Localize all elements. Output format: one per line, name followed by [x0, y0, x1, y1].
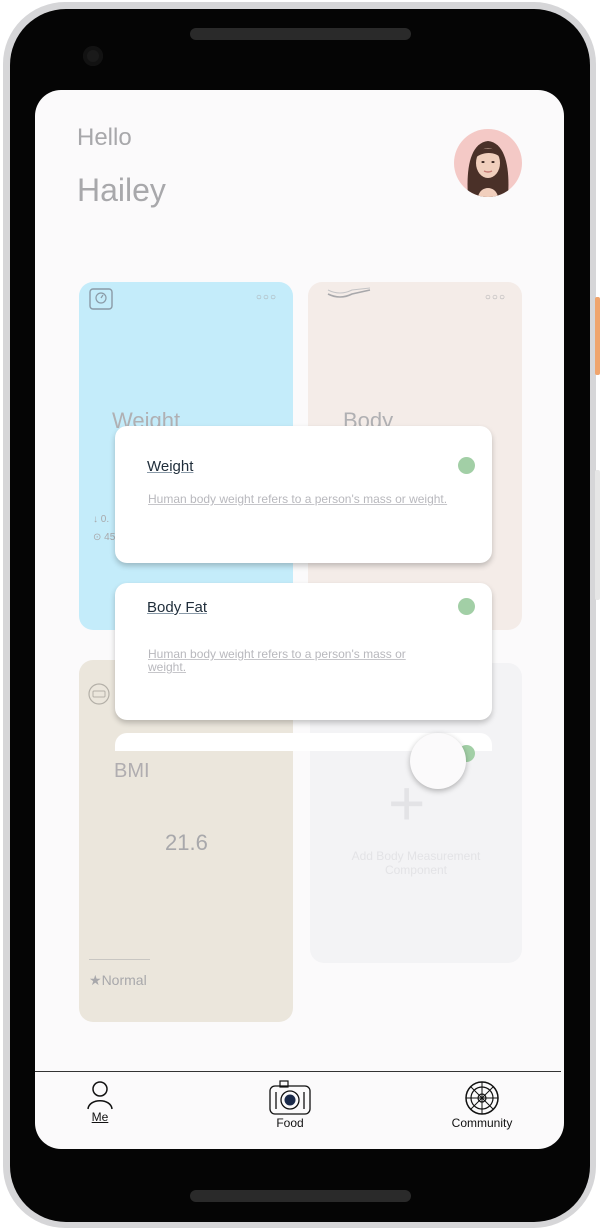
add-measurement-label: Add Body Measurement Component: [351, 849, 481, 877]
tape-icon: [327, 287, 371, 298]
measurement-description: Human body weight refers to a person's m…: [148, 647, 406, 674]
bmi-card-title: BMI: [114, 760, 150, 782]
avatar[interactable]: [454, 129, 522, 197]
app-screen: Hello Hailey ○○○ Weight ↓ 0. ⊙ 45 ○○○ Bo…: [35, 90, 564, 1149]
floating-action-button[interactable]: [410, 733, 466, 789]
nav-me[interactable]: Me: [83, 1080, 117, 1124]
more-icon[interactable]: ○○○: [256, 292, 277, 303]
wheel-icon: [465, 1081, 499, 1115]
nav-divider: [35, 1071, 561, 1072]
scale-icon: [89, 288, 113, 310]
nav-me-label: Me: [91, 1110, 109, 1124]
measurement-item-body-fat[interactable]: Body Fat Human body weight refers to a p…: [115, 583, 492, 720]
toggle-indicator[interactable]: [458, 598, 475, 615]
greeting-text: Hello: [77, 124, 132, 151]
weight-target: ⊙ 45: [93, 532, 116, 543]
top-speaker: [190, 28, 411, 40]
volume-button[interactable]: [595, 470, 600, 600]
measurement-title: Body Fat: [147, 599, 208, 616]
bmi-status-label: Normal: [101, 972, 147, 988]
bmi-value: 21.6: [165, 830, 208, 855]
measurement-item-weight[interactable]: Weight Human body weight refers to a per…: [115, 426, 492, 563]
nav-food-label: Food: [276, 1116, 304, 1130]
nav-food[interactable]: Food: [268, 1080, 312, 1130]
measurement-description: Human body weight refers to a person's m…: [148, 492, 448, 506]
bmi-badge-icon: [88, 683, 110, 705]
nav-community-label: Community: [451, 1116, 513, 1130]
weight-change: ↓ 0.: [93, 514, 110, 525]
bmi-status: ★Normal: [89, 972, 147, 989]
star-icon: ★: [89, 972, 102, 988]
person-icon: [87, 1081, 113, 1110]
plate-icon: [269, 1080, 311, 1115]
user-name: Hailey: [77, 172, 166, 208]
measurement-title: Weight: [147, 458, 194, 475]
power-button[interactable]: [595, 297, 600, 375]
bottom-speaker: [190, 1190, 411, 1202]
nav-community[interactable]: Community: [445, 1080, 519, 1130]
more-icon[interactable]: ○○○: [485, 292, 506, 303]
toggle-indicator[interactable]: [458, 457, 475, 474]
divider: [89, 959, 150, 960]
front-camera: [83, 46, 103, 66]
